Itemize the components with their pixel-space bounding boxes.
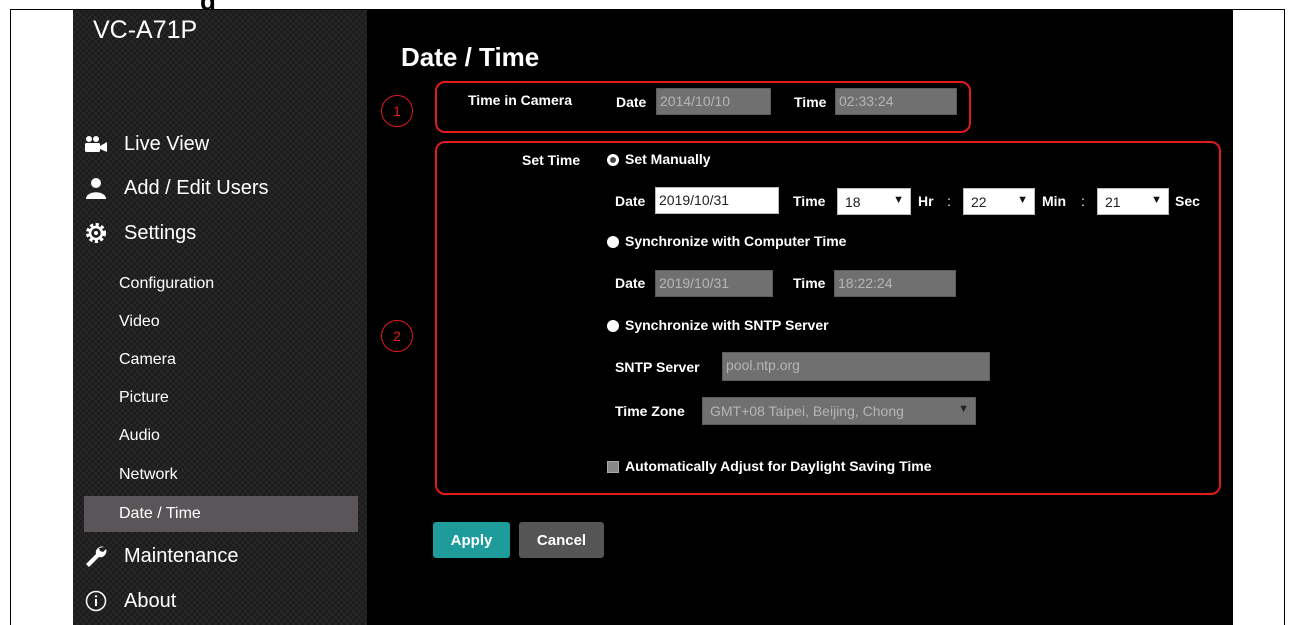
- second-select[interactable]: 21 ▼: [1097, 188, 1169, 215]
- manual-date-label: Date: [615, 193, 646, 209]
- minute-select-value: 22: [971, 194, 987, 210]
- sidebar-item-settings[interactable]: Settings: [80, 216, 360, 250]
- sntp-server-input[interactable]: pool.ntp.org: [722, 352, 990, 381]
- sidebar-item-picture[interactable]: Picture: [84, 381, 358, 415]
- apply-button[interactable]: Apply: [433, 522, 510, 558]
- sidebar-item-network[interactable]: Network: [84, 458, 358, 492]
- minute-unit-label: Min: [1042, 193, 1067, 209]
- document-page: g VC-A71P Live View Add / Edit Users Set…: [0, 0, 1295, 625]
- main-content: Date / Time 1 Time in Camera Date 2014/1…: [367, 10, 1233, 625]
- sidebar-item-date-time[interactable]: Date / Time: [84, 496, 358, 532]
- brand-title: VC-A71P: [93, 16, 198, 44]
- sidebar-item-camera[interactable]: Camera: [84, 343, 358, 377]
- sidebar-item-live-view[interactable]: Live View: [80, 127, 360, 161]
- camera-time-label: Time: [794, 94, 827, 110]
- second-unit-label: Sec: [1175, 193, 1200, 209]
- time-zone-select-value: GMT+08 Taipei, Beijing, Chong: [710, 403, 904, 419]
- chevron-down-icon: ▼: [893, 194, 904, 206]
- sync-computer-radio[interactable]: [607, 236, 619, 248]
- sync-computer-label: Synchronize with Computer Time: [625, 233, 847, 249]
- set-manually-radio[interactable]: [607, 154, 619, 166]
- hour-select-value: 18: [845, 194, 861, 210]
- sidebar-item-video[interactable]: Video: [84, 305, 358, 339]
- manual-time-label: Time: [793, 193, 826, 209]
- time-in-camera-label: Time in Camera: [468, 92, 573, 108]
- sidebar-item-maintenance[interactable]: Maintenance: [80, 539, 360, 573]
- time-zone-label: Time Zone: [615, 403, 685, 419]
- info-icon: [80, 588, 112, 614]
- minute-select[interactable]: 22 ▼: [963, 188, 1035, 215]
- computer-time-label: Time: [793, 275, 826, 291]
- dst-label: Automatically Adjust for Daylight Saving…: [625, 458, 932, 474]
- hour-unit-label: Hr: [918, 193, 934, 209]
- user-icon: [80, 175, 112, 201]
- computer-date-field: 2019/10/31: [655, 270, 773, 297]
- set-time-label: Set Time: [522, 152, 581, 168]
- callout-number-2: 2: [381, 320, 413, 352]
- time-zone-select[interactable]: GMT+08 Taipei, Beijing, Chong ▼: [702, 397, 976, 425]
- set-manually-label: Set Manually: [625, 151, 711, 167]
- manual-date-input[interactable]: 2019/10/31: [655, 187, 779, 214]
- camera-web-ui: VC-A71P Live View Add / Edit Users Setti…: [73, 10, 1233, 625]
- cancel-button[interactable]: Cancel: [519, 522, 604, 558]
- camera-date-label: Date: [616, 94, 647, 110]
- sync-sntp-label: Synchronize with SNTP Server: [625, 317, 829, 333]
- sidebar-item-label: Live View: [124, 132, 210, 155]
- second-select-value: 21: [1105, 194, 1121, 210]
- sidebar-item-configuration[interactable]: Configuration: [84, 267, 358, 301]
- chevron-down-icon: ▼: [1151, 194, 1162, 206]
- sntp-server-label: SNTP Server: [615, 359, 700, 375]
- video-camera-icon: [80, 131, 112, 157]
- sidebar-item-label: Add / Edit Users: [124, 176, 269, 199]
- camera-time-field: 02:33:24: [835, 88, 957, 115]
- hour-minute-separator: :: [947, 193, 951, 209]
- camera-date-field: 2014/10/10: [656, 88, 771, 115]
- sidebar-item-add-edit-users[interactable]: Add / Edit Users: [80, 171, 360, 205]
- computer-time-field: 18:22:24: [834, 270, 956, 297]
- page-title: Date / Time: [401, 42, 540, 72]
- hour-select[interactable]: 18 ▼: [837, 188, 911, 215]
- callout-number-1: 1: [381, 95, 413, 127]
- chevron-down-icon: ▼: [1017, 194, 1028, 206]
- chevron-down-icon: ▼: [956, 403, 969, 415]
- wrench-icon: [80, 543, 112, 569]
- sidebar-item-label: Settings: [124, 221, 197, 244]
- computer-date-label: Date: [615, 275, 646, 291]
- sidebar-item-audio[interactable]: Audio: [84, 419, 358, 453]
- sidebar-item-label: About: [124, 589, 177, 612]
- sidebar-item-about[interactable]: About: [80, 584, 360, 618]
- sidebar: VC-A71P Live View Add / Edit Users Setti…: [73, 10, 367, 625]
- minute-second-separator: :: [1081, 193, 1085, 209]
- sidebar-item-label: Maintenance: [124, 544, 239, 567]
- sync-sntp-radio[interactable]: [607, 320, 619, 332]
- gear-icon: [80, 220, 112, 246]
- dst-checkbox[interactable]: [607, 461, 619, 473]
